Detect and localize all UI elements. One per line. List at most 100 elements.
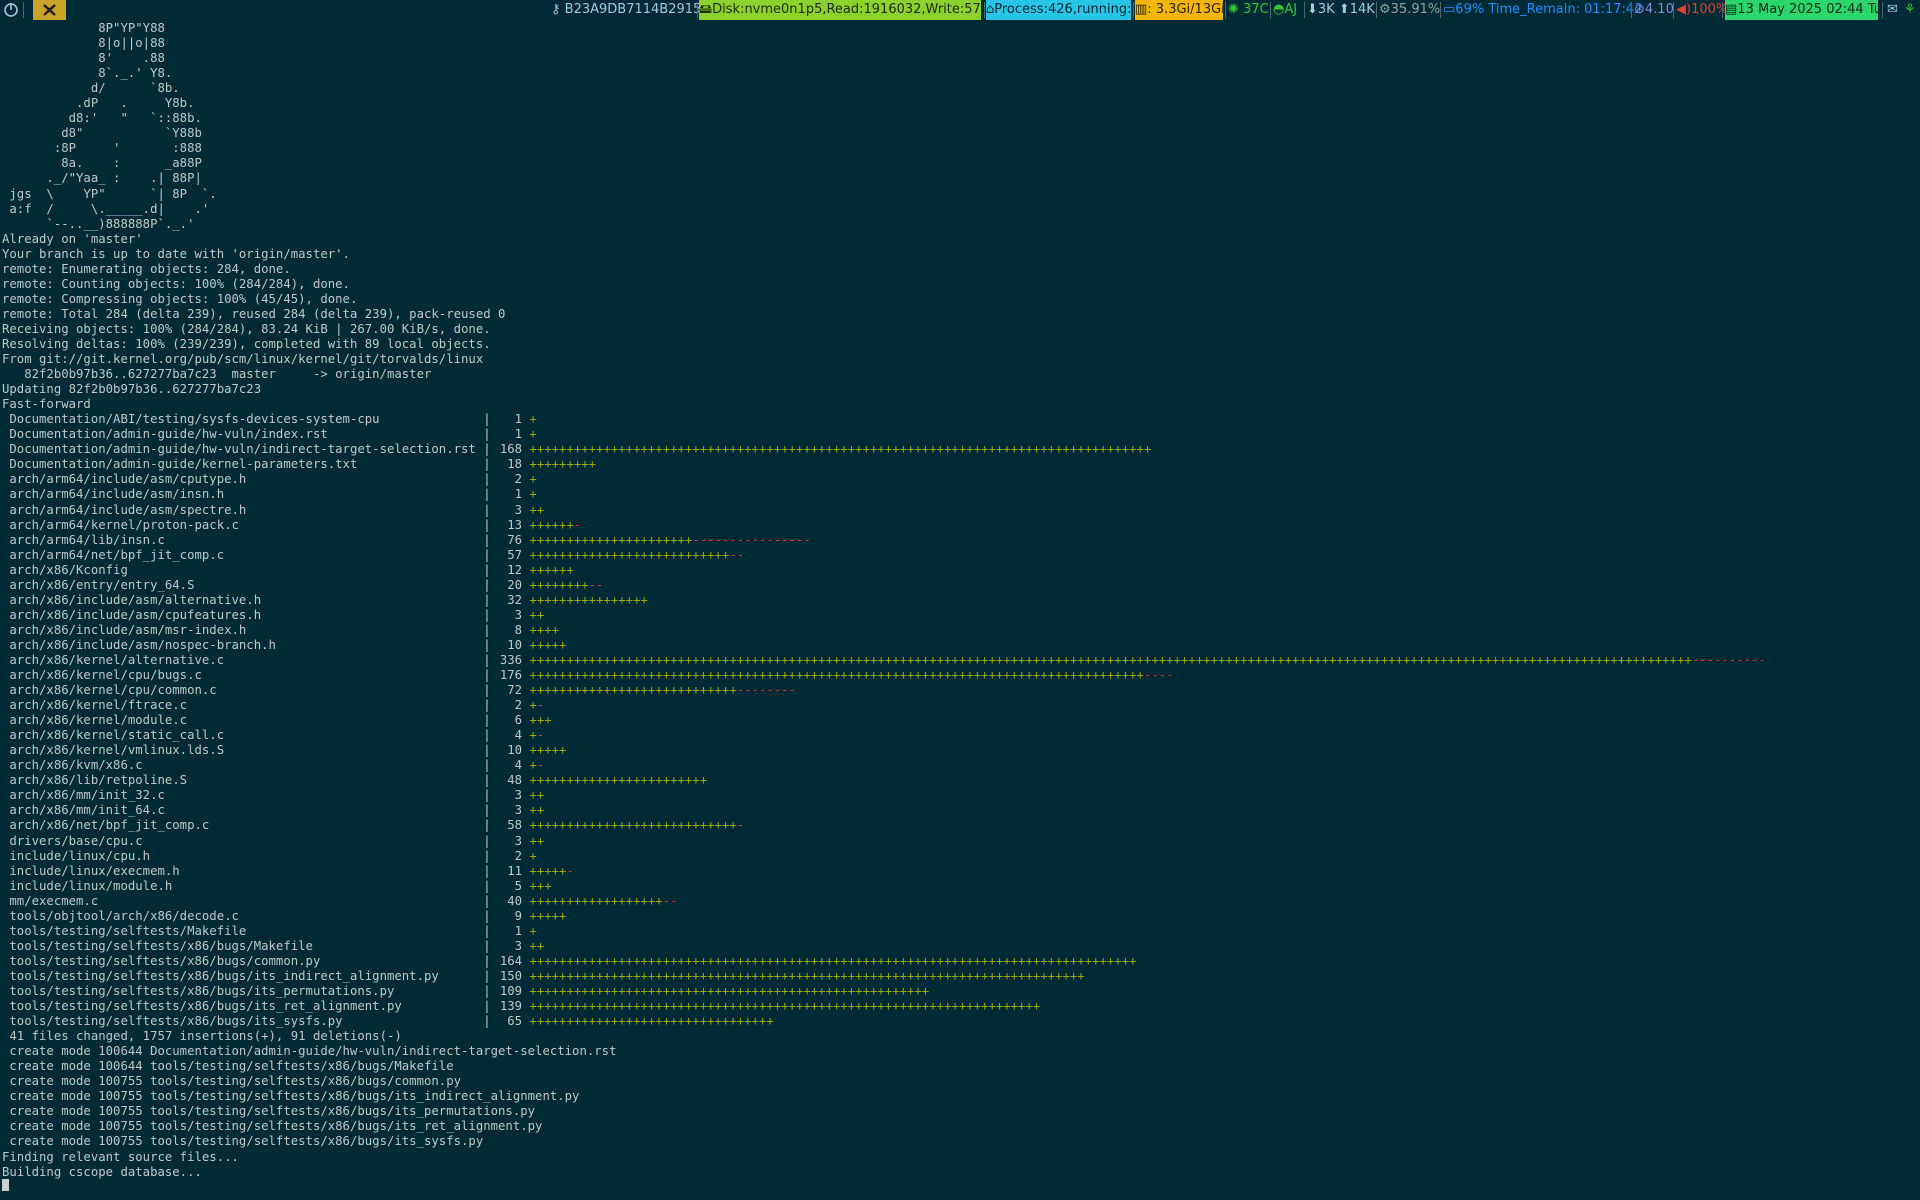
wifi-indicator: ◓AJ (1273, 0, 1297, 20)
diffstat-count: 57 (507, 547, 523, 562)
tools-icon[interactable] (33, 0, 66, 20)
diffstat-row: arch/x86/kvm/x86.c | 4 +- (2, 758, 1918, 773)
wifi-icon: ◓ (1273, 2, 1285, 17)
diffstat-deletions-bar: - (536, 698, 545, 713)
diffstat-insertions-bar: +++ (522, 878, 552, 893)
diffstat-path: tools/testing/selftests/x86/bugs/its_per… (2, 984, 499, 998)
diffstat-row: arch/arm64/kernel/proton-pack.c | 13 +++… (2, 518, 1918, 533)
diffstat-path: arch/x86/include/asm/msr-index.h | (2, 622, 499, 637)
diffstat-path: arch/x86/mm/init_64.c | (2, 803, 499, 818)
terminal-output[interactable]: 8P"YP"Y88 8|o||o|88 8' .88 8`._.' Y8. d/… (2, 21, 1918, 1180)
git-output-line: Already on 'master' (2, 231, 143, 246)
diffstat-count: 20 (507, 577, 523, 592)
diffstat-deletions-bar: ---- (1143, 668, 1174, 683)
diffstat-path: arch/x86/net/bpf_jit_comp.c | (2, 818, 499, 833)
diffstat-insertions-bar: ++++++++++++++++++++++++++++ (522, 683, 737, 698)
diffstat-insertions-bar: ++ (522, 502, 545, 517)
ascii-art-line: 8`._.' Y8. (2, 66, 173, 81)
diffstat-row: Documentation/ABI/testing/sysfs-devices-… (2, 412, 1918, 427)
git-output-line: remote: Enumerating objects: 284, done. (2, 261, 291, 276)
diffstat-path: include/linux/cpu.h | (2, 848, 499, 863)
diffstat-deletions-bar: ---------------- (692, 532, 811, 547)
diffstat-row: arch/x86/kernel/vmlinux.lds.S | 10 +++++ (2, 743, 1918, 758)
diffstat-count: 176 (499, 668, 523, 683)
diffstat-insertions-bar: ++++++ (522, 562, 574, 577)
diffstat-summary: 41 files changed, 1757 insertions(+), 91… (2, 1029, 402, 1044)
diffstat-insertions-bar: ++++++++++++++++++++++++++++ (522, 818, 737, 833)
diffstat-row: Documentation/admin-guide/kernel-paramet… (2, 457, 1918, 472)
diffstat-row: arch/x86/kernel/alternative.c | 336 ++++… (2, 653, 1918, 668)
diffstat-path: include/linux/module.h | (2, 878, 499, 893)
create-mode-line: create mode 100755 tools/testing/selftes… (2, 1134, 484, 1149)
diffstat-deletions-bar: - (536, 758, 545, 773)
diffstat-insertions-bar: ++++++ (522, 517, 574, 532)
key-icon: ⚷ (551, 2, 561, 17)
diffstat-path: Documentation/admin-guide/hw-vuln/indire… (2, 442, 499, 457)
upload-text: 14K (1349, 2, 1375, 17)
gpg-key-indicator: ⚷ B23A9DB7114B2915 (551, 0, 701, 20)
diffstat-row: include/linux/module.h | 5 +++ (2, 879, 1918, 894)
diffstat-path: Documentation/admin-guide/kernel-paramet… (2, 457, 499, 472)
ascii-art-line: .dP . Y8b. (2, 96, 195, 111)
diffstat-path: arch/x86/kvm/x86.c | (2, 758, 499, 773)
diffstat-row: arch/arm64/net/bpf_jit_comp.c | 57 +++++… (2, 548, 1918, 563)
temperature-text: 37C (1243, 2, 1269, 17)
diffstat-row: arch/x86/Kconfig | 12 ++++++ (2, 563, 1918, 578)
diffstat-insertions-bar: +++++++++ (522, 457, 597, 472)
status-bar: ⚷ B23A9DB7114B2915 🖴Disk:nvme0n1p5,Read:… (0, 0, 1920, 20)
temperature-indicator: ✺ 37C (1228, 0, 1269, 20)
load-icon: ⊛ (1634, 2, 1645, 17)
diffstat-path: arch/x86/kernel/vmlinux.lds.S | (2, 743, 499, 758)
disk-text: Disk:nvme0n1p5,Read:1916032,Write:570276 (712, 2, 981, 17)
diffstat-insertions-bar: + (522, 848, 537, 863)
mail-icon[interactable]: ✉ (1887, 0, 1898, 20)
diffstat-insertions-bar: ++++++++++++++++++++++++++++++++++++++++… (522, 968, 1085, 983)
diffstat-insertions-bar: ++++++++ (522, 577, 589, 592)
diffstat-row: Documentation/admin-guide/hw-vuln/indire… (2, 442, 1918, 457)
chart-icon: ▥ (1135, 2, 1148, 17)
diffstat-deletions-bar: -- (662, 893, 678, 908)
git-output-line: From git://git.kernel.org/pub/scm/linux/… (2, 352, 484, 367)
diffstat-row: arch/x86/include/asm/alternative.h | 32 … (2, 593, 1918, 608)
diffstat-insertions-bar: ++++ (522, 622, 560, 637)
memory-indicator: ▥: 3.3Gi/13Gi (1135, 0, 1223, 20)
diffstat-insertions-bar: ++ (522, 833, 545, 848)
diffstat-insertions-bar: ++++++++++++++++++++++++++++++++++++++++… (522, 652, 1692, 667)
diffstat-count: 72 (507, 683, 523, 698)
diffstat-row: arch/x86/lib/retpoline.S | 48 ++++++++++… (2, 773, 1918, 788)
diffstat-path: tools/testing/selftests/x86/bugs/its_ind… (2, 968, 499, 983)
diffstat-insertions-bar: ++ (522, 607, 545, 622)
power-icon[interactable] (3, 0, 19, 20)
diffstat-count: 8 (514, 622, 523, 637)
diffstat-count: 336 (499, 652, 523, 667)
download-icon: ⬇ (1307, 2, 1318, 17)
memory-text: : 3.3Gi/13Gi (1147, 2, 1223, 17)
git-output-line: remote: Compressing objects: 100% (45/45… (2, 291, 358, 306)
diffstat-row: tools/objtool/arch/x86/decode.c | 9 ++++… (2, 909, 1918, 924)
battery-icon: ▭ (1443, 2, 1456, 17)
diffstat-row: include/linux/cpu.h | 2 + (2, 849, 1918, 864)
diffstat-path: arch/arm64/net/bpf_jit_comp.c | (2, 547, 499, 562)
git-output-line: Resolving deltas: 100% (239/239), comple… (2, 336, 491, 351)
diffstat-count: 2 (514, 472, 523, 487)
diffstat-path: arch/x86/include/asm/alternative.h | (2, 592, 499, 607)
diffstat-insertions-bar: ++++++++++++++++++++++++++++++++++++++++… (522, 999, 1041, 1014)
diffstat-insertions-bar: ++++++++++++++++++++++++++++++++++++++++… (522, 953, 1137, 968)
diffstat-count: 3 (514, 502, 523, 517)
git-output-line: Fast-forward (2, 397, 91, 412)
diffstat-path: mm/execmem.c | (2, 893, 499, 908)
diffstat-count: 9 (514, 908, 523, 923)
volume-indicator[interactable]: ◀)100% (1676, 0, 1728, 20)
diffstat-deletions-bar: - (566, 863, 574, 878)
tray-icon[interactable]: ⚘ (1904, 0, 1916, 20)
ascii-art-line: d8" `Y88b (2, 126, 202, 141)
diffstat-insertions-bar: +++++ (522, 863, 567, 878)
diffstat-row: arch/x86/mm/init_64.c | 3 ++ (2, 803, 1918, 818)
datetime-indicator[interactable]: ▤13 May 2025 02:44 Tue (1725, 0, 1878, 20)
diffstat-count: 164 (499, 953, 523, 968)
diffstat-count: 10 (507, 743, 523, 758)
diffstat-row: arch/x86/include/asm/msr-index.h | 8 +++… (2, 623, 1918, 638)
diffstat-count: 150 (499, 968, 523, 983)
diffstat-count: 4 (514, 728, 523, 743)
diffstat-path: arch/x86/Kconfig | (2, 562, 499, 577)
